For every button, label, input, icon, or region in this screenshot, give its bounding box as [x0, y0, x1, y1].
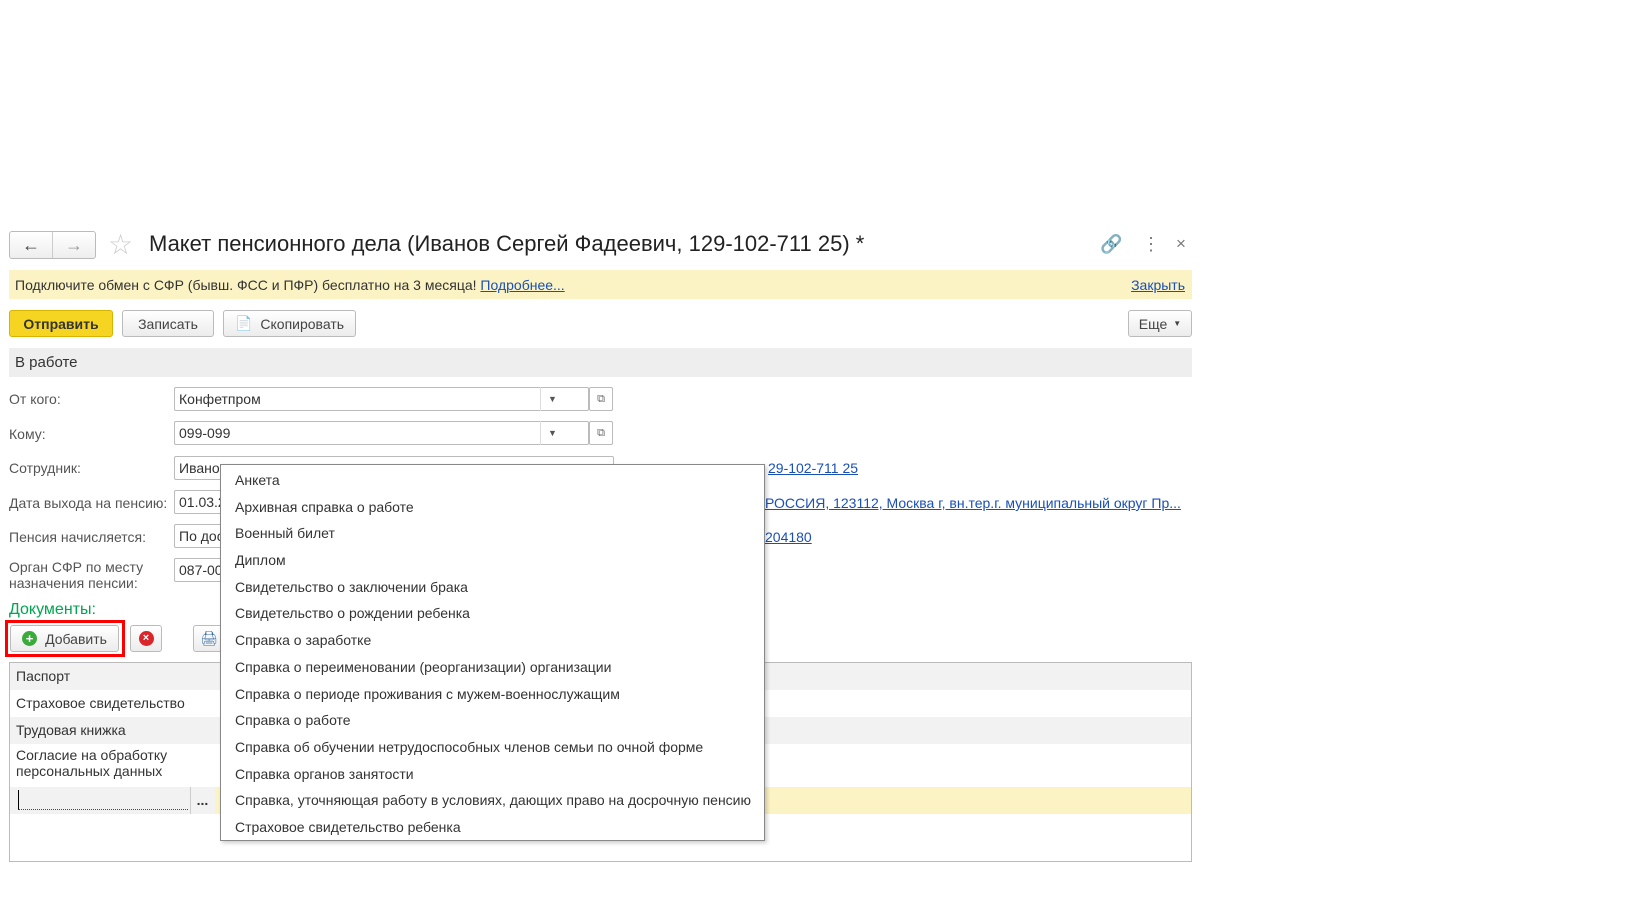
- menu-item[interactable]: Справка об обучении нетрудоспособных чле…: [221, 734, 764, 761]
- banner-text: Подключите обмен с СФР (бывш. ФСС и ПФР)…: [15, 276, 477, 293]
- back-button[interactable]: ←: [10, 232, 53, 258]
- menu-item[interactable]: Свидетельство о рождении ребенка: [221, 600, 764, 627]
- to-value: 099-099: [179, 425, 231, 441]
- pension-value: По дос: [179, 528, 224, 544]
- promo-banner: Подключите обмен с СФР (бывш. ФСС и ПФР)…: [9, 270, 1192, 299]
- copy-label: Скопировать: [260, 315, 345, 332]
- documents-label: Документы:: [9, 601, 96, 618]
- sfr-value: 087-00: [179, 562, 223, 578]
- menu-item[interactable]: Свидетельство о заключении брака: [221, 574, 764, 601]
- pension-link[interactable]: 204180: [765, 529, 812, 545]
- menu-item[interactable]: Анкета: [221, 467, 764, 494]
- document-input[interactable]: [18, 790, 188, 810]
- add-button[interactable]: + Добавить: [10, 625, 119, 652]
- banner-close-link[interactable]: Закрыть: [1131, 277, 1185, 293]
- retire-date-value: 01.03.2: [179, 494, 226, 510]
- send-button[interactable]: Отправить: [9, 310, 113, 337]
- select-button[interactable]: ...: [190, 787, 214, 814]
- delete-icon: ×: [138, 631, 154, 646]
- status-section: В работе: [9, 348, 1192, 377]
- more-label: Еще: [1138, 315, 1168, 332]
- employee-value: Ивано: [179, 460, 220, 476]
- chevron-down-icon: ▼: [1173, 319, 1182, 328]
- from-field[interactable]: Конфетпром ▼: [174, 387, 589, 411]
- table-row[interactable]: Согласие на обработку персональных данны…: [10, 747, 190, 787]
- document-type-dropdown: Анкета Архивная справка о работе Военный…: [220, 464, 765, 841]
- print-icon: 🖨: [200, 630, 218, 646]
- more-icon[interactable]: ⋮: [1142, 234, 1160, 255]
- favorite-star-icon[interactable]: ☆: [108, 228, 133, 261]
- more-link[interactable]: Подробнее...: [480, 277, 564, 293]
- chevron-down-icon[interactable]: ▼: [540, 421, 564, 445]
- retire-date-label: Дата выхода на пенсию:: [9, 495, 168, 511]
- pension-label: Пенсия начисляется:: [9, 529, 146, 545]
- open-icon[interactable]: ⧉: [589, 387, 613, 411]
- menu-item[interactable]: Военный билет: [221, 520, 764, 547]
- sfr-label: Орган СФР по месту назначения пенсии:: [9, 559, 143, 591]
- menu-item[interactable]: Страховое свидетельство ребенка: [221, 814, 764, 841]
- save-button[interactable]: Записать: [122, 310, 214, 337]
- to-field[interactable]: 099-099 ▼: [174, 421, 589, 445]
- employee-link[interactable]: 29-102-711 25: [768, 460, 858, 476]
- chevron-down-icon[interactable]: ▼: [540, 387, 564, 411]
- menu-item[interactable]: Диплом: [221, 547, 764, 574]
- from-label: От кого:: [9, 391, 61, 407]
- employee-label: Сотрудник:: [9, 460, 81, 476]
- menu-item[interactable]: Архивная справка о работе: [221, 494, 764, 521]
- copy-icon: 📄: [234, 315, 253, 331]
- from-value: Конфетпром: [179, 391, 261, 407]
- link-icon[interactable]: 🔗: [1100, 234, 1122, 255]
- plus-icon: +: [22, 631, 38, 646]
- menu-item[interactable]: Справка органов занятости: [221, 761, 764, 788]
- address-link[interactable]: РОССИЯ, 123112, Москва г, вн.тер.г. муни…: [765, 495, 1181, 511]
- menu-item[interactable]: Справка о переименовании (реорганизации)…: [221, 654, 764, 681]
- sfr-label-2: назначения пенсии:: [9, 575, 138, 591]
- nav-buttons: ← →: [9, 231, 96, 259]
- sfr-label-1: Орган СФР по месту: [9, 559, 144, 575]
- close-icon[interactable]: ×: [1176, 234, 1186, 254]
- window-title: Макет пенсионного дела (Иванов Сергей Фа…: [149, 231, 865, 256]
- more-button[interactable]: Еще ▼: [1128, 310, 1192, 337]
- to-label: Кому:: [9, 426, 46, 442]
- add-label: Добавить: [45, 630, 107, 647]
- delete-button[interactable]: ×: [130, 625, 162, 652]
- menu-item[interactable]: Справка о заработке: [221, 627, 764, 654]
- open-icon[interactable]: ⧉: [589, 421, 613, 445]
- menu-item[interactable]: Справка о периоде проживания с мужем-вое…: [221, 681, 764, 708]
- copy-button[interactable]: 📄 Скопировать: [223, 310, 356, 337]
- menu-item[interactable]: Справка о работе: [221, 707, 764, 734]
- forward-button[interactable]: →: [53, 232, 95, 258]
- menu-item[interactable]: Справка, уточняющая работу в условиях, д…: [221, 787, 764, 814]
